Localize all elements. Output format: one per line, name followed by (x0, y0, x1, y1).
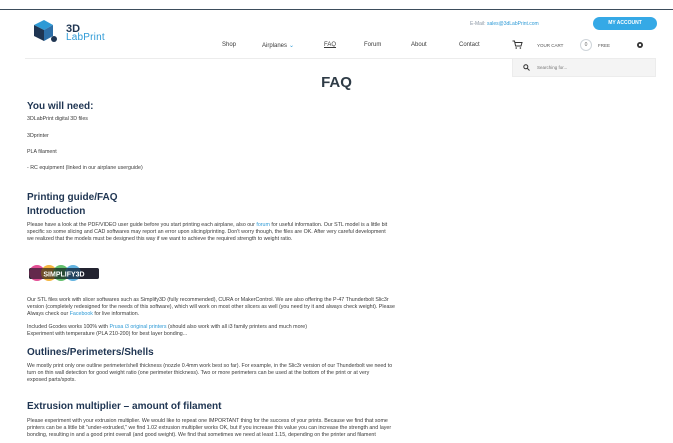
page: 3D LabPrint E-Mail: sales@3dLabPrint.com… (0, 0, 673, 443)
nav-item-shop[interactable]: Shop (222, 42, 236, 48)
gcode-text: Included Gcodes works 100% with (27, 324, 110, 330)
extrusion-line: printers can be a little bit "under-extr… (27, 425, 392, 431)
extrusion-line: Please experiment with your extrusion mu… (27, 418, 388, 424)
settings-gear-icon[interactable] (636, 41, 644, 49)
outlines-line: turn on thin wall detection for good wei… (27, 370, 370, 376)
cart-label[interactable]: YOUR CART (537, 43, 563, 48)
gcode-line: Included Gcodes works 100% with Prusa i3… (27, 324, 307, 331)
stl-text: Always check our (27, 311, 70, 317)
site-logo[interactable]: 3D LabPrint (29, 19, 129, 45)
logo-text-labprint: LabPrint (66, 32, 105, 43)
stl-line: Always check our Facebook for live infor… (27, 311, 139, 318)
guide-heading: Printing guide/FAQ (27, 192, 118, 203)
intro-line: we realized that the models must be desi… (27, 236, 293, 242)
nav-label: FAQ (324, 42, 337, 48)
cart-count-badge: 0 (580, 39, 592, 51)
simplify3d-logo: SIMPLIFY3D (27, 256, 101, 291)
nav-item-airplanes[interactable]: Airplanes ⌄ (262, 42, 294, 49)
need-item: PLA filament (27, 149, 57, 155)
gcode-line: Experiment with temperature (PLA 210-200… (27, 331, 188, 337)
nav-item-forum[interactable]: Forum (364, 42, 381, 48)
search-input[interactable] (537, 61, 653, 74)
nav-label: About (411, 42, 427, 48)
search-icon (523, 64, 530, 71)
nav-label: Airplanes (262, 43, 288, 49)
need-item: 3Dprinter (27, 133, 49, 139)
intro-line: specific so some slicing and CAD softwar… (27, 229, 386, 235)
simplify3d-logo-text: SIMPLIFY3D (43, 272, 84, 279)
stl-text: for live information. (92, 311, 140, 317)
need-item: 3DLabPrint digital 3D files (27, 116, 88, 122)
nav-label: Forum (364, 42, 382, 48)
need-heading: You will need: (27, 101, 94, 112)
nav-item-faq[interactable]: FAQ (324, 42, 336, 48)
stl-line: version (completely redesigned for the n… (27, 304, 396, 310)
nav-label: Contact (459, 42, 480, 48)
extrusion-line: bonding, resulting in and a good print o… (27, 432, 376, 438)
contact-email: E-Mail: sales@3dLabPrint.com (470, 21, 539, 27)
nav-label: Shop (222, 42, 237, 48)
intro-text: Please have a look at the PDF/VIDEO user… (27, 222, 257, 228)
prusa-link[interactable]: Prusa i3 original printers (109, 324, 166, 330)
page-title: FAQ (321, 74, 352, 91)
logo-cube-icon (34, 20, 57, 42)
cart-icon[interactable] (512, 40, 523, 49)
forum-link[interactable]: forum (256, 222, 270, 228)
intro-heading: Introduction (27, 206, 86, 217)
need-item: - RC equipment (linked in our airplane u… (27, 165, 143, 171)
my-account-button[interactable]: MY ACCOUNT (593, 17, 657, 30)
email-prefix: E-Mail: (470, 21, 487, 27)
facebook-link[interactable]: Facebook (70, 311, 93, 317)
stl-line: Our STL files work with slicer softwares… (27, 297, 389, 303)
outlines-heading: Outlines/Perimeters/Shells (27, 347, 154, 358)
nav-item-about[interactable]: About (411, 42, 427, 48)
nav-item-contact[interactable]: Contact (459, 42, 480, 48)
extrusion-heading: Extrusion multiplier – amount of filamen… (27, 401, 222, 412)
outlines-line: exposed parts/spots. (27, 377, 76, 383)
cart-price: FREE (598, 43, 611, 48)
chevron-down-icon: ⌄ (289, 43, 295, 49)
intro-text: for useful information. Our STL model is… (269, 222, 388, 228)
intro-paragraph: Please have a look at the PDF/VIDEO user… (27, 222, 387, 229)
outlines-line: We mostly print only one outline perimet… (27, 363, 393, 369)
top-border (0, 9, 673, 10)
email-link[interactable]: sales@3dLabPrint.com (487, 21, 539, 27)
gcode-text: (should also work with all i3 family pri… (166, 324, 307, 330)
